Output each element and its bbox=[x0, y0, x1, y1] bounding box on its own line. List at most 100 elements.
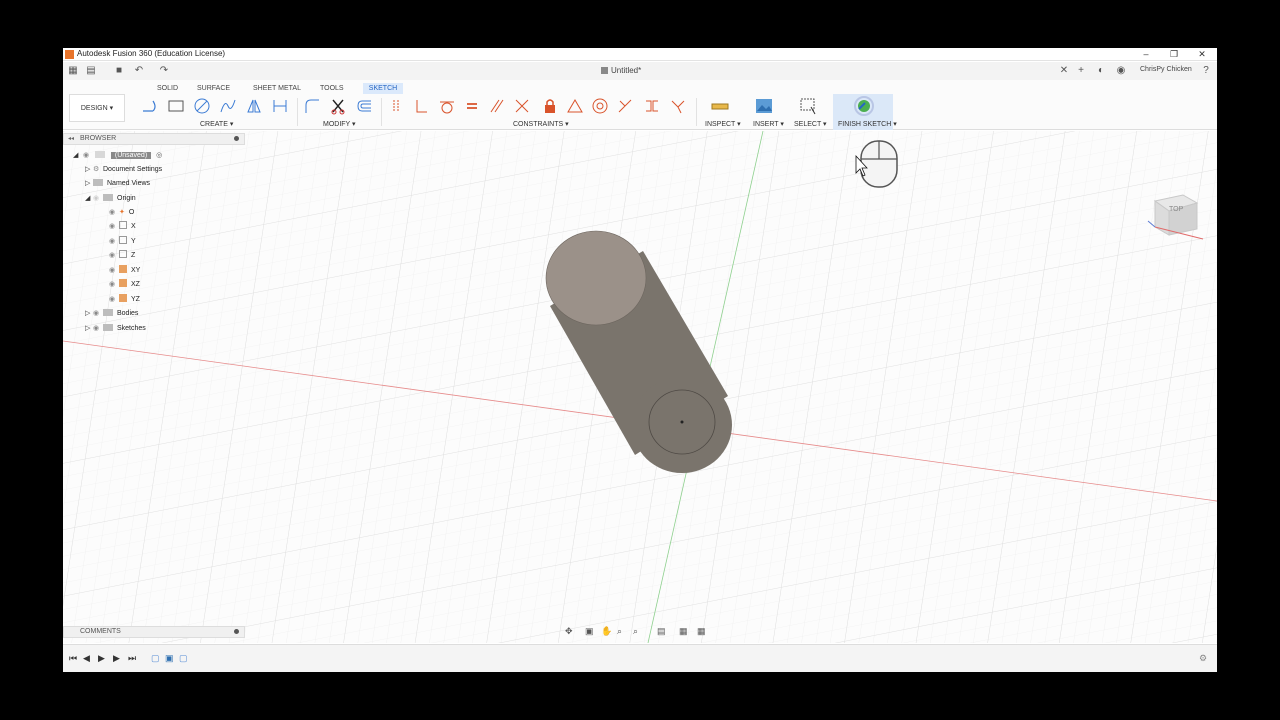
file-menu-icon[interactable]: ▤ bbox=[85, 65, 97, 76]
sketch-center-point[interactable] bbox=[680, 420, 684, 424]
activate-radio-icon[interactable]: ◎ bbox=[156, 152, 162, 159]
equal-constraint-icon[interactable] bbox=[463, 97, 481, 115]
select-menu[interactable]: SELECT ▾ bbox=[794, 120, 827, 128]
tree-item-y-axis[interactable]: ◉ Y bbox=[109, 236, 136, 248]
tree-item-bodies[interactable]: ▷ ◉ Bodies bbox=[85, 308, 138, 320]
tree-item-xz-plane[interactable]: ◉ XZ bbox=[109, 279, 140, 291]
insert-menu[interactable]: INSERT ▾ bbox=[753, 120, 784, 128]
job-status-icon[interactable]: ◉ bbox=[1115, 65, 1127, 76]
eye-icon[interactable]: ◉ bbox=[93, 323, 103, 335]
curvature-constraint-icon[interactable] bbox=[669, 97, 687, 115]
tab-sheet-metal[interactable]: SHEET METAL bbox=[249, 83, 305, 94]
tab-sketch[interactable]: SKETCH bbox=[363, 83, 403, 94]
user-account[interactable]: ChrisPy Chicken bbox=[1140, 66, 1192, 73]
trim-icon[interactable] bbox=[329, 97, 347, 115]
fix-constraint-icon[interactable] bbox=[541, 97, 559, 115]
spline-icon[interactable] bbox=[219, 97, 237, 115]
collapse-arrow-icon[interactable]: ◢ bbox=[73, 150, 81, 162]
tree-item-yz-plane[interactable]: ◉ YZ bbox=[109, 294, 140, 306]
display-settings-icon[interactable]: ▤ bbox=[657, 626, 666, 637]
eye-icon[interactable]: ◉ bbox=[109, 294, 119, 306]
perpendicular-constraint-icon[interactable] bbox=[413, 97, 431, 115]
grid-settings-icon[interactable]: ▦ bbox=[679, 626, 688, 637]
eye-icon[interactable]: ◉ bbox=[109, 236, 119, 248]
tree-item-x-axis[interactable]: ◉ X bbox=[109, 221, 136, 233]
comments-panel-header[interactable]: COMMENTS bbox=[63, 626, 245, 638]
expand-arrow-icon[interactable]: ▷ bbox=[85, 323, 93, 335]
midpoint-constraint-icon[interactable] bbox=[566, 97, 584, 115]
eye-hidden-icon[interactable]: ◉ bbox=[93, 193, 103, 205]
tab-surface[interactable]: SURFACE bbox=[193, 83, 234, 94]
concentric-constraint-icon[interactable] bbox=[591, 97, 609, 115]
rectangle-icon[interactable] bbox=[167, 97, 185, 115]
offset-icon[interactable] bbox=[355, 97, 373, 115]
tree-item-origin-point[interactable]: ◉ ✦ O bbox=[109, 207, 134, 219]
tab-solid[interactable]: SOLID bbox=[153, 83, 182, 94]
tree-item-document-settings[interactable]: ▷ ⚙ Document Settings bbox=[85, 164, 162, 176]
mirror-icon[interactable] bbox=[245, 97, 263, 115]
dimension-icon[interactable] bbox=[271, 97, 289, 115]
eye-icon[interactable]: ◉ bbox=[109, 250, 119, 262]
inspect-menu[interactable]: INSPECT ▾ bbox=[705, 120, 741, 128]
play-icon[interactable]: ▶ bbox=[98, 653, 105, 664]
eye-icon[interactable]: ◉ bbox=[109, 265, 119, 277]
zoom-window-icon[interactable]: ⌕ bbox=[633, 626, 638, 637]
collapse-browser-icon[interactable]: ◂◂ bbox=[68, 135, 74, 142]
tree-item-sketches[interactable]: ▷ ◉ Sketches bbox=[85, 323, 146, 335]
step-forward-icon[interactable]: ▶ bbox=[113, 653, 120, 664]
close-window-button[interactable]: ✕ bbox=[1195, 48, 1209, 60]
tree-item-named-views[interactable]: ▷ Named Views bbox=[85, 178, 150, 190]
timeline-extrude-feature-icon[interactable]: ▣ bbox=[165, 653, 174, 664]
help-icon[interactable]: ? bbox=[1200, 65, 1212, 76]
timeline-active-sketch-icon[interactable]: ▢ bbox=[179, 653, 188, 664]
horizontal-vertical-constraint-icon[interactable] bbox=[643, 97, 661, 115]
create-menu[interactable]: CREATE ▾ bbox=[200, 120, 233, 128]
comments-options-icon[interactable] bbox=[234, 629, 239, 634]
symmetry-constraint-icon[interactable] bbox=[616, 97, 634, 115]
document-tab[interactable]: Untitled* bbox=[601, 66, 641, 75]
extensions-icon[interactable]: ◐ bbox=[1095, 65, 1107, 76]
eye-icon[interactable]: ◉ bbox=[93, 308, 103, 320]
browser-panel-header[interactable]: ◂◂ BROWSER bbox=[63, 133, 245, 145]
orbit-icon[interactable]: ✥ bbox=[565, 626, 573, 637]
finish-sketch-menu[interactable]: FINISH SKETCH ▾ bbox=[838, 120, 897, 128]
browser-options-icon[interactable] bbox=[234, 136, 239, 141]
line-icon[interactable] bbox=[141, 97, 159, 115]
tree-root[interactable]: ◢ ◉ (Unsaved) ◎ bbox=[73, 150, 162, 162]
data-panel-icon[interactable]: ▦ bbox=[67, 65, 79, 76]
eye-icon[interactable]: ◉ bbox=[83, 150, 93, 162]
tree-item-z-axis[interactable]: ◉ Z bbox=[109, 250, 135, 262]
new-tab-icon[interactable]: + bbox=[1075, 65, 1087, 76]
undo-icon[interactable]: ↶ bbox=[133, 65, 145, 76]
collapse-arrow-icon[interactable]: ◢ bbox=[85, 193, 93, 205]
collinear-constraint-icon[interactable] bbox=[513, 97, 531, 115]
save-icon[interactable]: ■ bbox=[113, 65, 125, 76]
finish-sketch-icon[interactable] bbox=[853, 95, 875, 117]
eye-icon[interactable]: ◉ bbox=[109, 279, 119, 291]
expand-arrow-icon[interactable]: ▷ bbox=[85, 178, 93, 190]
eye-icon[interactable]: ◉ bbox=[109, 221, 119, 233]
eye-icon[interactable]: ◉ bbox=[109, 207, 119, 219]
expand-arrow-icon[interactable]: ▷ bbox=[85, 308, 93, 320]
modify-menu[interactable]: MODIFY ▾ bbox=[323, 120, 356, 128]
step-back-icon[interactable]: ◀ bbox=[83, 653, 90, 664]
coincident-constraint-icon[interactable] bbox=[388, 97, 406, 115]
insert-image-icon[interactable] bbox=[755, 97, 773, 115]
tab-tools[interactable]: TOOLS bbox=[316, 83, 348, 94]
look-at-icon[interactable]: ▣ bbox=[585, 626, 594, 637]
timeline-settings-icon[interactable]: ⚙ bbox=[1199, 653, 1207, 664]
close-tab-icon[interactable]: ✕ bbox=[1058, 65, 1070, 76]
viewports-icon[interactable]: ▦ bbox=[697, 626, 706, 637]
workspace-switcher[interactable]: DESIGN ▾ bbox=[69, 94, 125, 122]
parallel-constraint-icon[interactable] bbox=[488, 97, 506, 115]
cylinder-top-face[interactable] bbox=[545, 230, 647, 326]
measure-icon[interactable] bbox=[711, 97, 729, 115]
tree-item-xy-plane[interactable]: ◉ XY bbox=[109, 265, 140, 277]
viewport-canvas[interactable]: TOP bbox=[63, 131, 1217, 643]
redo-icon[interactable]: ↷ bbox=[158, 65, 170, 76]
circle-icon[interactable] bbox=[193, 97, 211, 115]
window-select-icon[interactable] bbox=[799, 97, 817, 115]
pan-icon[interactable]: ✋ bbox=[601, 626, 612, 637]
minimize-button[interactable]: – bbox=[1139, 48, 1153, 60]
timeline-sketch-feature-icon[interactable]: ▢ bbox=[151, 653, 160, 664]
